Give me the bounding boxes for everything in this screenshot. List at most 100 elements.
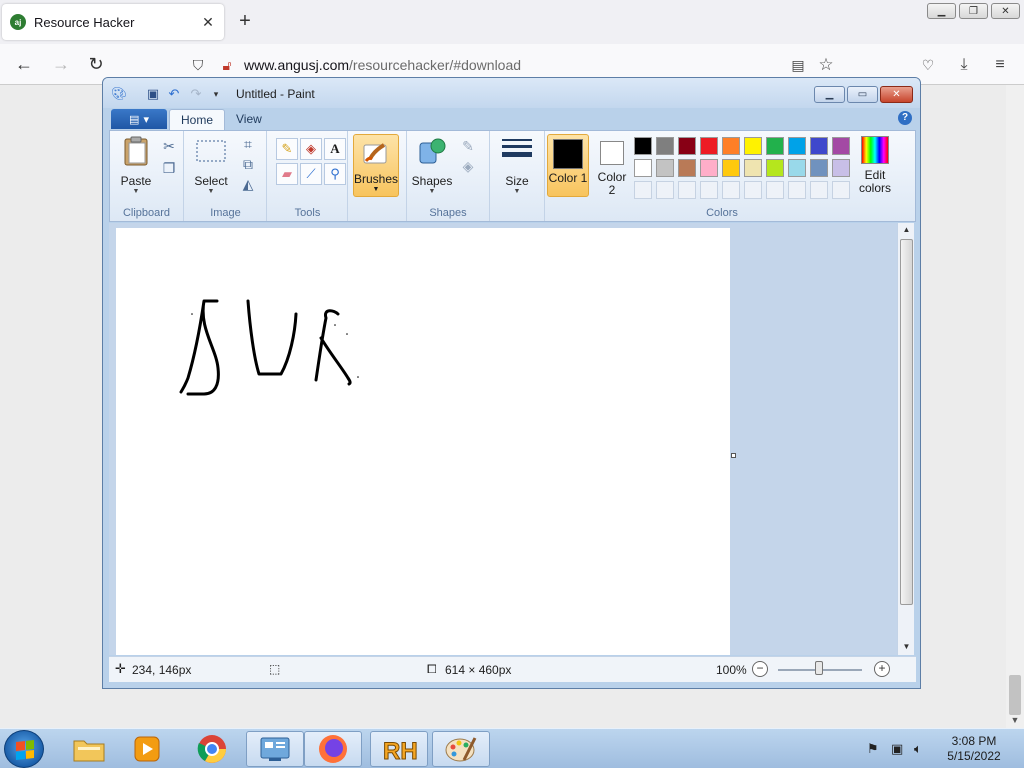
paint-app-icon[interactable]: 🎨︎ xyxy=(111,86,128,102)
palette-swatch[interactable] xyxy=(634,159,652,177)
palette-swatch[interactable] xyxy=(810,159,828,177)
scroll-down-arrow-icon[interactable]: ▼ xyxy=(1006,715,1024,725)
palette-empty-slot[interactable] xyxy=(634,181,652,199)
page-scroll-thumb[interactable] xyxy=(1009,675,1021,715)
pencil-icon[interactable]: ✎ xyxy=(276,138,298,160)
palette-empty-slot[interactable] xyxy=(766,181,784,199)
palette-swatch[interactable] xyxy=(788,137,806,155)
paint-maximize-button[interactable]: ▭ xyxy=(847,86,878,103)
help-icon[interactable]: ? xyxy=(898,111,912,125)
palette-swatch[interactable] xyxy=(656,137,674,155)
rotate-icon[interactable]: ◭ xyxy=(239,175,257,193)
palette-swatch[interactable] xyxy=(744,137,762,155)
back-arrow-icon[interactable]: ← xyxy=(13,54,35,74)
magnifier-icon[interactable]: ⚲ xyxy=(324,163,346,185)
palette-empty-slot[interactable] xyxy=(656,181,674,199)
color2-button[interactable]: Color 2 xyxy=(593,134,631,197)
canvas-scroll-thumb[interactable] xyxy=(900,239,913,605)
start-button[interactable] xyxy=(4,730,44,768)
palette-swatch[interactable] xyxy=(700,159,718,177)
volume-icon[interactable]: 🔈︎ xyxy=(914,741,922,757)
size-button[interactable]: Size ▼ xyxy=(497,135,537,195)
palette-swatch[interactable] xyxy=(722,159,740,177)
outline-icon[interactable]: ✎ xyxy=(459,137,477,155)
taskbar-file-explorer[interactable] xyxy=(60,731,118,767)
zoom-in-button[interactable]: + xyxy=(874,661,890,677)
palette-swatch[interactable] xyxy=(766,137,784,155)
tab-home[interactable]: Home xyxy=(169,109,226,130)
close-window-button[interactable]: ✕ xyxy=(991,3,1020,19)
palette-empty-slot[interactable] xyxy=(788,181,806,199)
shapes-button[interactable]: Shapes ▼ xyxy=(411,135,453,195)
pocket-icon[interactable]: ♡ xyxy=(919,56,937,74)
taskbar-media-player[interactable] xyxy=(118,731,176,767)
menu-hamburger-icon[interactable]: ≡ xyxy=(991,56,1009,74)
canvas-resize-handle[interactable] xyxy=(731,453,736,458)
cut-icon[interactable]: ✂ xyxy=(160,137,178,155)
new-tab-icon[interactable]: + xyxy=(236,11,254,31)
eraser-icon[interactable]: ▰ xyxy=(276,163,298,185)
palette-swatch[interactable] xyxy=(810,137,828,155)
drawing-canvas[interactable] xyxy=(116,228,730,655)
taskbar-resource-hacker[interactable]: RH xyxy=(370,731,428,767)
palette-swatch[interactable] xyxy=(700,137,718,155)
reader-view-icon[interactable]: ▤ xyxy=(789,56,807,74)
close-tab-icon[interactable]: ✕ xyxy=(200,14,216,31)
reload-icon[interactable]: ↻ xyxy=(85,54,107,74)
palette-empty-slot[interactable] xyxy=(722,181,740,199)
palette-swatch[interactable] xyxy=(766,159,784,177)
save-icon[interactable]: ▣ xyxy=(145,86,161,102)
palette-swatch[interactable] xyxy=(656,159,674,177)
paste-button[interactable]: Paste ▼ xyxy=(116,135,156,195)
tab-view[interactable]: View xyxy=(225,109,273,130)
crop-icon[interactable]: ⌗ xyxy=(239,135,257,153)
text-tool-icon[interactable]: A xyxy=(324,138,346,160)
customize-quick-access-icon[interactable]: ▾ xyxy=(208,86,224,102)
paint-close-button[interactable]: ✕ xyxy=(880,86,913,103)
color1-button[interactable]: Color 1 xyxy=(547,134,589,197)
scroll-down-arrow-icon[interactable]: ▼ xyxy=(898,642,915,651)
select-button[interactable]: Select ▼ xyxy=(191,135,231,195)
palette-swatch[interactable] xyxy=(832,137,850,155)
paint-file-menu-button[interactable]: ▤ ▾ xyxy=(111,109,167,129)
palette-swatch[interactable] xyxy=(832,159,850,177)
browser-tab[interactable]: aj Resource Hacker ✕ xyxy=(2,4,224,40)
zoom-out-button[interactable]: − xyxy=(752,661,768,677)
action-center-icon[interactable]: ⚑ xyxy=(867,741,879,757)
paint-minimize-button[interactable]: ▁ xyxy=(814,86,845,103)
minimize-window-button[interactable]: ▁ xyxy=(927,3,956,19)
bookmark-star-icon[interactable]: ☆ xyxy=(817,56,835,74)
page-scrollbar[interactable]: ▼ xyxy=(1006,85,1024,728)
insecure-lock-icon[interactable]: 🔓︎ xyxy=(218,56,236,74)
fill-bucket-icon[interactable]: ◈ xyxy=(300,138,322,160)
copy-icon[interactable]: ❐ xyxy=(160,159,178,177)
taskbar-firefox[interactable] xyxy=(304,731,362,767)
redo-icon[interactable]: ↷ xyxy=(188,86,204,102)
downloads-icon[interactable]: ⤓ xyxy=(955,56,973,74)
taskbar-chrome[interactable] xyxy=(183,731,241,767)
shield-icon[interactable]: ⛉ xyxy=(189,56,207,74)
network-icon[interactable]: ▣ xyxy=(891,741,903,757)
restore-window-button[interactable]: ❐ xyxy=(959,3,988,19)
palette-swatch[interactable] xyxy=(788,159,806,177)
resize-icon[interactable]: ⧉ xyxy=(239,155,257,173)
canvas-vertical-scrollbar[interactable]: ▲ ▼ xyxy=(897,223,914,655)
palette-swatch[interactable] xyxy=(722,137,740,155)
shape-fill-icon[interactable]: ◈ xyxy=(459,157,477,175)
edit-colors-button[interactable]: Edit colors xyxy=(854,134,896,195)
palette-swatch[interactable] xyxy=(678,159,696,177)
zoom-slider-thumb[interactable] xyxy=(815,661,823,675)
color-picker-icon[interactable]: ⟋ xyxy=(300,163,322,185)
scroll-up-arrow-icon[interactable]: ▲ xyxy=(898,225,915,234)
taskbar-paint[interactable] xyxy=(432,731,490,767)
palette-empty-slot[interactable] xyxy=(832,181,850,199)
undo-icon[interactable]: ↶ xyxy=(166,86,182,102)
palette-swatch[interactable] xyxy=(678,137,696,155)
palette-swatch[interactable] xyxy=(744,159,762,177)
palette-empty-slot[interactable] xyxy=(744,181,762,199)
palette-swatch[interactable] xyxy=(634,137,652,155)
palette-empty-slot[interactable] xyxy=(678,181,696,199)
taskbar-control-panel[interactable] xyxy=(246,731,304,767)
url-bar[interactable]: www.angusj.com/resourcehacker/#download xyxy=(244,57,521,73)
palette-empty-slot[interactable] xyxy=(700,181,718,199)
